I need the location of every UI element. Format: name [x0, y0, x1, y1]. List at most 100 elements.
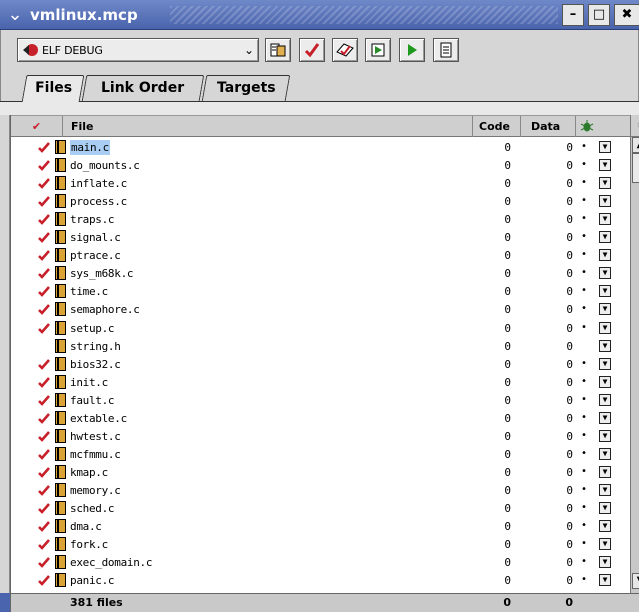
- checkmark-icon[interactable]: [37, 519, 51, 533]
- file-row[interactable]: setup.c 0 0 • ▼: [11, 320, 619, 338]
- file-name[interactable]: inflate.c: [70, 176, 127, 191]
- tab-link-order[interactable]: Link Order: [81, 75, 205, 101]
- checkmark-icon[interactable]: [37, 393, 51, 407]
- checkmark-icon[interactable]: [37, 194, 51, 208]
- checkmark-icon[interactable]: [37, 321, 51, 335]
- debug-marker[interactable]: •: [578, 139, 590, 155]
- debug-marker[interactable]: •: [578, 175, 590, 191]
- file-name[interactable]: ptrace.c: [70, 248, 121, 263]
- file-name[interactable]: process.c: [70, 194, 127, 209]
- file-row[interactable]: do_mounts.c 0 0 • ▼: [11, 157, 619, 175]
- column-picker-icon[interactable]: ≡: [631, 115, 639, 137]
- file-row[interactable]: mcfmmu.c 0 0 • ▼: [11, 446, 619, 464]
- debug-marker[interactable]: •: [578, 229, 590, 245]
- file-row[interactable]: init.c 0 0 • ▼: [11, 374, 619, 392]
- maximize-button[interactable]: □: [588, 4, 610, 26]
- file-popup-menu-icon[interactable]: ▼: [599, 213, 611, 226]
- file-popup-menu-icon[interactable]: ▼: [599, 141, 611, 153]
- file-name[interactable]: hwtest.c: [70, 429, 121, 444]
- file-name[interactable]: panic.c: [70, 573, 115, 588]
- file-name[interactable]: exec_domain.c: [70, 555, 153, 570]
- file-row[interactable]: exec_domain.c 0 0 • ▼: [11, 554, 619, 572]
- debug-marker[interactable]: •: [578, 157, 590, 173]
- checkmark-icon[interactable]: [37, 248, 51, 262]
- checkmark-icon[interactable]: [37, 465, 51, 479]
- file-popup-menu-icon[interactable]: ▼: [599, 321, 611, 334]
- checkmark-icon[interactable]: [37, 140, 51, 154]
- run-button[interactable]: [399, 38, 425, 62]
- checkmark-icon[interactable]: [37, 176, 51, 190]
- file-name[interactable]: mcfmmu.c: [70, 447, 121, 462]
- checkmark-icon[interactable]: [37, 447, 51, 461]
- debug-marker[interactable]: •: [578, 410, 590, 426]
- scroll-thumb[interactable]: [632, 153, 639, 183]
- debug-marker[interactable]: •: [578, 500, 590, 516]
- scroll-down-arrow-icon[interactable]: ▼: [632, 573, 639, 589]
- checkmark-icon[interactable]: [37, 284, 51, 298]
- column-header-debug[interactable]: [576, 116, 606, 137]
- close-button[interactable]: ✖: [614, 4, 639, 26]
- file-popup-menu-icon[interactable]: ▼: [599, 520, 611, 533]
- debug-marker[interactable]: •: [578, 265, 590, 281]
- debug-marker[interactable]: •: [578, 536, 590, 552]
- file-name[interactable]: memory.c: [70, 483, 121, 498]
- vertical-scrollbar[interactable]: ≡ ▲ ▼: [630, 115, 639, 593]
- file-popup-menu-icon[interactable]: ▼: [599, 538, 611, 551]
- file-name[interactable]: extable.c: [70, 411, 127, 426]
- debug-marker[interactable]: •: [578, 320, 590, 336]
- checkmark-icon[interactable]: [37, 230, 51, 244]
- checkmark-icon[interactable]: [37, 483, 51, 497]
- file-row[interactable]: main.c 0 0 • ▼: [11, 139, 619, 157]
- debug-marker[interactable]: •: [578, 193, 590, 209]
- file-name[interactable]: semaphore.c: [70, 302, 140, 317]
- file-name[interactable]: kmap.c: [70, 465, 108, 480]
- target-dropdown[interactable]: ELF DEBUG ⌄: [17, 38, 259, 62]
- file-popup-menu-icon[interactable]: ▼: [599, 249, 611, 262]
- file-popup-menu-icon[interactable]: ▼: [599, 267, 611, 280]
- file-name[interactable]: dma.c: [70, 519, 102, 534]
- debug-button[interactable]: [365, 38, 391, 62]
- checkmark-icon[interactable]: [37, 212, 51, 226]
- file-popup-menu-icon[interactable]: ▼: [599, 483, 611, 496]
- column-header-check[interactable]: ✔: [11, 116, 63, 137]
- checkmark-icon[interactable]: [37, 429, 51, 443]
- tab-targets[interactable]: Targets: [201, 75, 291, 101]
- debug-marker[interactable]: •: [578, 572, 590, 588]
- file-popup-menu-icon[interactable]: ▼: [599, 447, 611, 460]
- file-name[interactable]: setup.c: [70, 321, 115, 336]
- file-name[interactable]: bios32.c: [70, 357, 121, 372]
- debug-marker[interactable]: •: [578, 554, 590, 570]
- file-row[interactable]: memory.c 0 0 • ▼: [11, 482, 619, 500]
- file-row[interactable]: fork.c 0 0 • ▼: [11, 536, 619, 554]
- file-name[interactable]: sys_m68k.c: [70, 266, 134, 281]
- file-row[interactable]: dma.c 0 0 • ▼: [11, 518, 619, 536]
- file-popup-menu-icon[interactable]: ▼: [599, 393, 611, 406]
- file-row[interactable]: traps.c 0 0 • ▼: [11, 211, 619, 229]
- file-row[interactable]: extable.c 0 0 • ▼: [11, 410, 619, 428]
- checkmark-icon[interactable]: [37, 555, 51, 569]
- file-row[interactable]: kmap.c 0 0 • ▼: [11, 464, 619, 482]
- checkmark-icon[interactable]: [37, 375, 51, 389]
- file-row[interactable]: sched.c 0 0 • ▼: [11, 500, 619, 518]
- checkmark-icon[interactable]: [37, 302, 51, 316]
- synchronize-button[interactable]: [299, 38, 325, 62]
- file-name[interactable]: time.c: [70, 284, 108, 299]
- file-popup-menu-icon[interactable]: ▼: [599, 195, 611, 208]
- debug-marker[interactable]: •: [578, 446, 590, 462]
- file-popup-menu-icon[interactable]: ▼: [599, 556, 611, 569]
- file-name[interactable]: fork.c: [70, 537, 108, 552]
- file-row[interactable]: process.c 0 0 • ▼: [11, 193, 619, 211]
- debug-marker[interactable]: •: [578, 428, 590, 444]
- file-row[interactable]: signal.c 0 0 • ▼: [11, 229, 619, 247]
- file-popup-menu-icon[interactable]: ▼: [599, 465, 611, 478]
- debug-marker[interactable]: •: [578, 301, 590, 317]
- file-popup-menu-icon[interactable]: ▼: [599, 285, 611, 298]
- file-popup-menu-icon[interactable]: ▼: [599, 303, 611, 316]
- file-name[interactable]: string.h: [70, 339, 121, 354]
- file-name[interactable]: main.c: [70, 140, 110, 155]
- debug-marker[interactable]: •: [578, 247, 590, 263]
- checkmark-icon[interactable]: [37, 411, 51, 425]
- file-popup-menu-icon[interactable]: ▼: [599, 357, 611, 370]
- checkmark-icon[interactable]: [37, 501, 51, 515]
- checkmark-icon[interactable]: [37, 537, 51, 551]
